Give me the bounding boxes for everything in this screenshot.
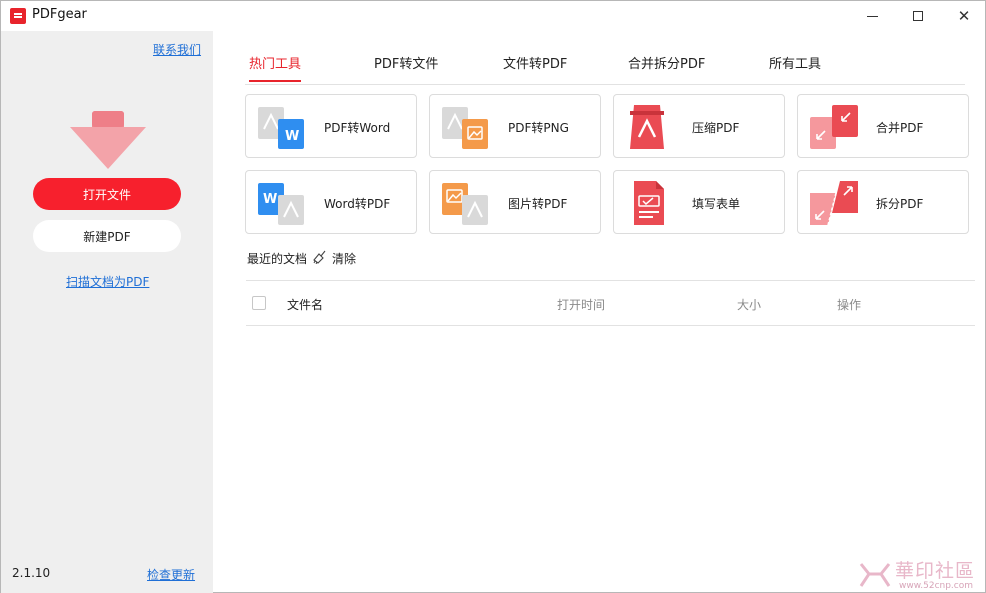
watermark-url: www.52cnp.com (899, 581, 974, 591)
minimize-button[interactable] (849, 1, 895, 31)
split-pdf-icon (810, 181, 858, 225)
app-logo-icon (10, 8, 26, 24)
tool-card-split-pdf[interactable]: 拆分PDF (797, 170, 969, 234)
tool-card-pdf-to-png[interactable]: PDF转PNG (429, 94, 601, 158)
recent-table-header: 文件名 打开时间 大小 操作 (246, 280, 975, 326)
contact-us-link[interactable]: 联系我们 (153, 41, 201, 58)
pdf-to-word-icon: W (258, 107, 304, 149)
window-title: PDFgear (32, 7, 87, 22)
svg-text:W: W (263, 192, 277, 207)
tab-all-tools[interactable]: 所有工具 (769, 53, 821, 80)
new-pdf-button[interactable]: 新建PDF (33, 220, 181, 252)
tab-merge-split-pdf[interactable]: 合并拆分PDF (628, 53, 705, 80)
tool-label: 合并PDF (876, 121, 924, 135)
tool-card-pdf-to-word[interactable]: W PDF转Word (245, 94, 417, 158)
maximize-icon (913, 11, 923, 21)
clear-recent-button[interactable]: 清除 (332, 250, 356, 267)
pdf-to-png-icon (442, 107, 488, 149)
scan-to-pdf-link[interactable]: 扫描文档为PDF (66, 273, 149, 290)
tool-label: PDF转PNG (508, 121, 569, 135)
column-header-size[interactable]: 大小 (737, 296, 761, 313)
watermark: 華印社區 www.52cnp.com (859, 554, 985, 592)
tool-label: 图片转PDF (508, 197, 568, 211)
version-label: 2.1.10 (12, 566, 51, 580)
tool-tabs: 热门工具 PDF转文件 文件转PDF 合并拆分PDF 所有工具 (245, 45, 965, 85)
tool-card-fill-form[interactable]: 填写表单 (613, 170, 785, 234)
tab-file-to-pdf[interactable]: 文件转PDF (503, 53, 567, 80)
word-to-pdf-icon: W (258, 183, 304, 225)
watermark-text: 華印社區 (895, 560, 976, 582)
maximize-button[interactable] (895, 1, 941, 31)
tab-pdf-to-file[interactable]: PDF转文件 (374, 53, 438, 80)
sidebar: 联系我们 打开文件 新建PDF 扫描文档为PDF 2.1.10 检查更新 (1, 31, 213, 593)
app-window: PDFgear ✕ 联系我们 打开文件 新建PDF 扫描文档为PDF 2.1.1… (0, 0, 986, 593)
watermark-logo-icon (859, 563, 891, 587)
close-icon: ✕ (957, 7, 971, 25)
tool-label: PDF转Word (324, 121, 391, 135)
column-header-filename[interactable]: 文件名 (287, 296, 323, 313)
compress-pdf-icon (630, 105, 664, 149)
svg-text:W: W (285, 129, 299, 144)
tool-card-word-to-pdf[interactable]: W Word转PDF (245, 170, 417, 234)
tool-label: 拆分PDF (876, 197, 924, 211)
tab-popular-tools[interactable]: 热门工具 (249, 53, 302, 82)
download-arrow-icon (70, 111, 146, 169)
image-to-pdf-icon (442, 183, 488, 225)
tool-label: 压缩PDF (692, 121, 740, 135)
select-all-checkbox[interactable] (252, 296, 266, 310)
tool-card-merge-pdf[interactable]: 合并PDF (797, 94, 969, 158)
tool-card-image-to-pdf[interactable]: 图片转PDF (429, 170, 601, 234)
recent-documents-title: 最近的文档 (247, 252, 308, 266)
close-button[interactable]: ✕ (941, 1, 986, 31)
minimize-icon (866, 15, 878, 17)
broom-icon[interactable] (312, 250, 326, 264)
open-file-button[interactable]: 打开文件 (33, 178, 181, 210)
merge-pdf-icon (810, 105, 858, 149)
tool-card-compress-pdf[interactable]: 压缩PDF (613, 94, 785, 158)
tool-label: Word转PDF (324, 197, 391, 211)
check-update-link[interactable]: 检查更新 (147, 566, 195, 583)
column-header-actions: 操作 (837, 298, 862, 312)
tool-label: 填写表单 (692, 197, 741, 211)
title-bar: PDFgear ✕ (1, 1, 985, 31)
column-header-open-time[interactable]: 打开时间 (557, 296, 605, 313)
fill-form-icon (634, 181, 664, 225)
